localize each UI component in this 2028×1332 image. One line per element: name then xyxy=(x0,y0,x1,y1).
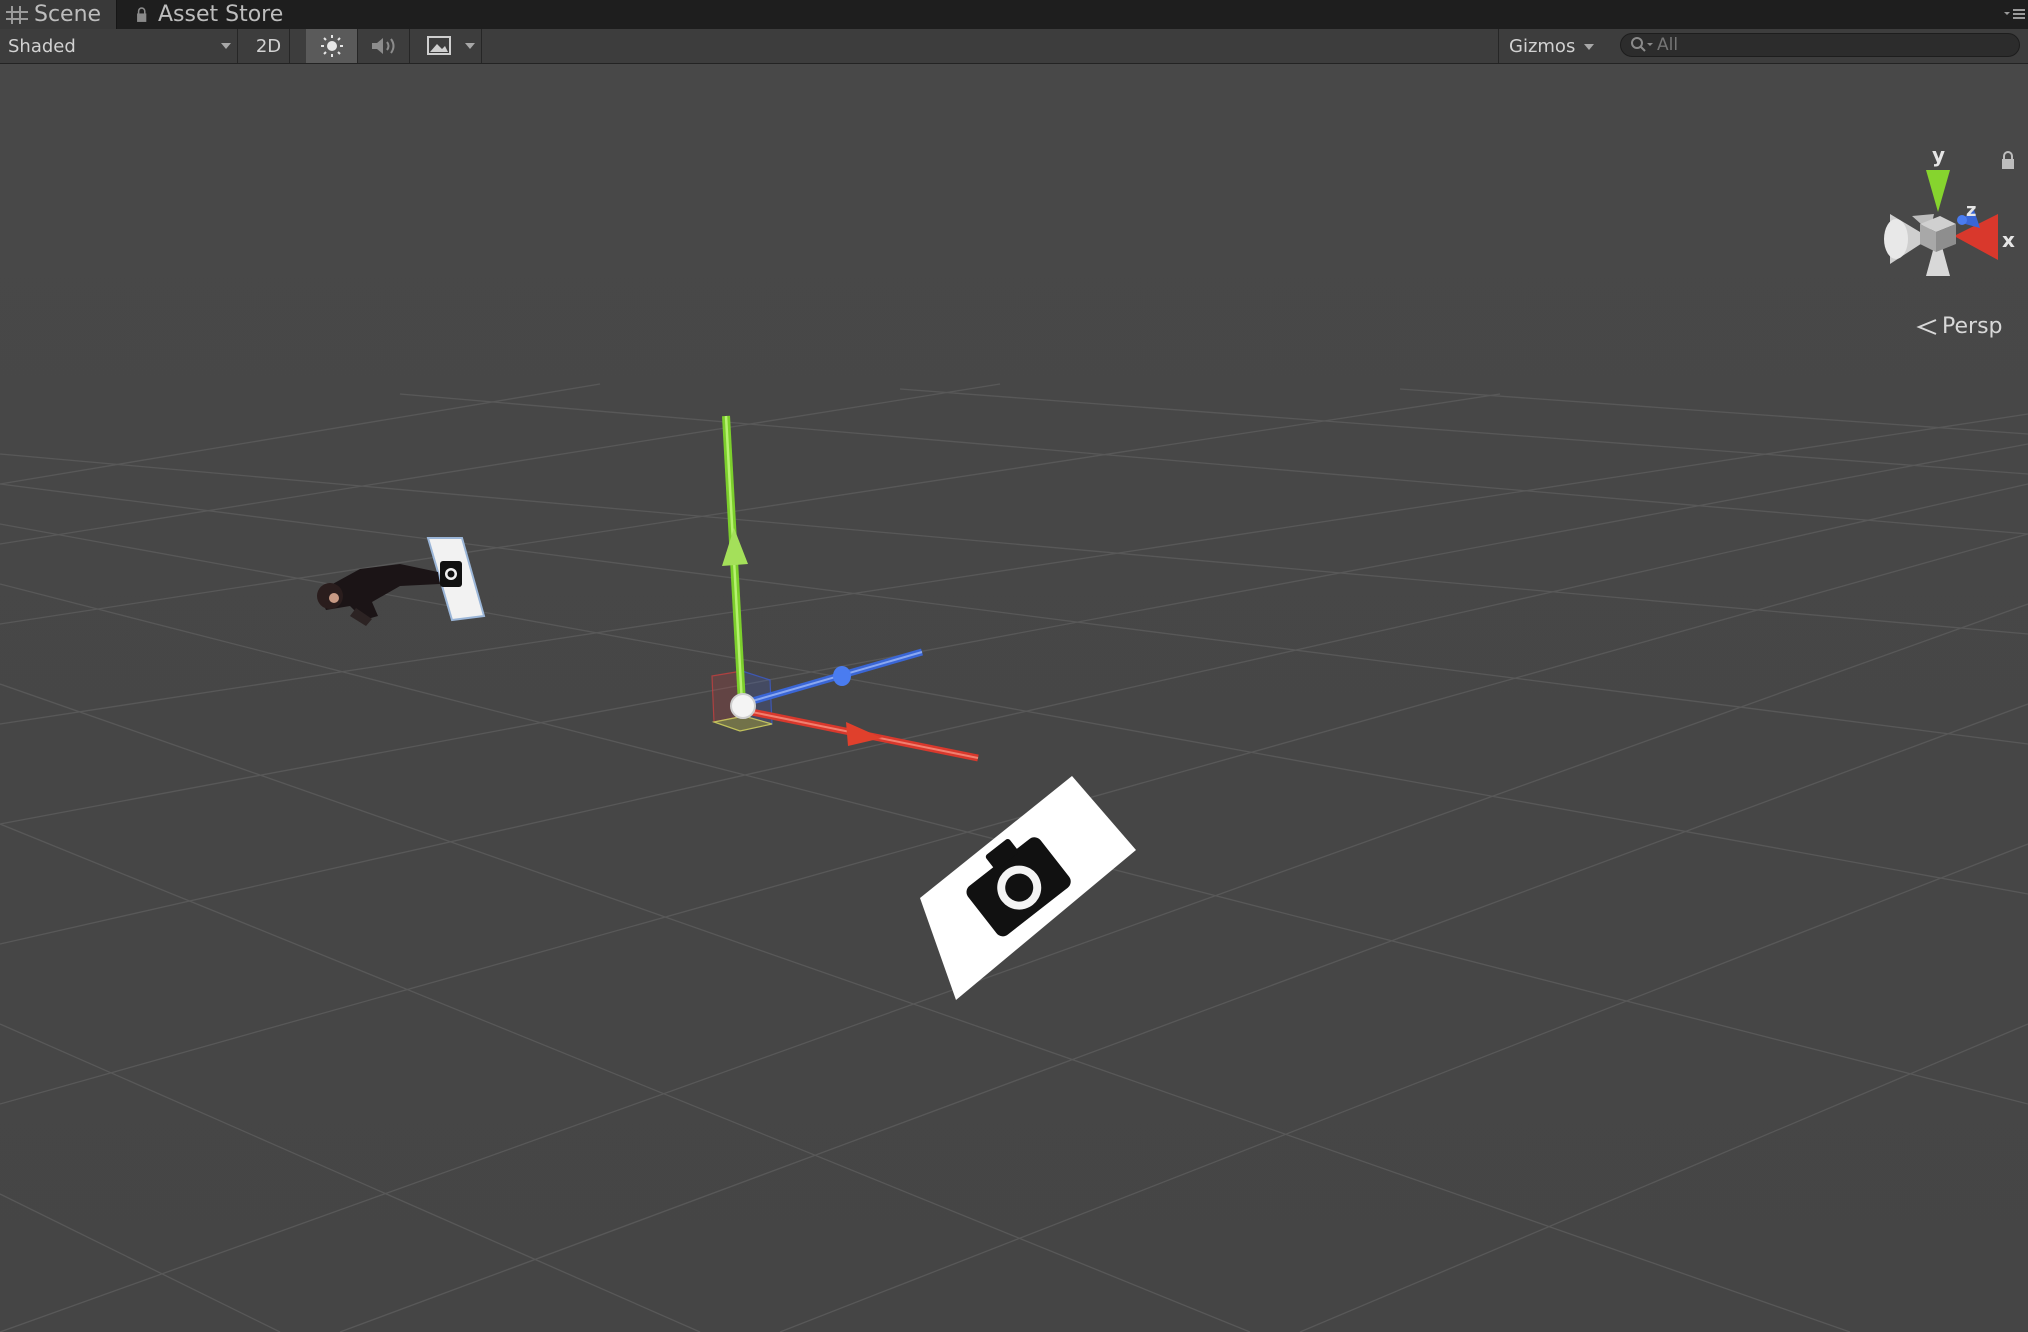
tab-scene[interactable]: Scene xyxy=(0,0,117,29)
scene-audio-toggle[interactable] xyxy=(358,29,410,63)
chevron-down-icon xyxy=(221,43,231,49)
speaker-icon xyxy=(371,38,394,54)
lock-icon xyxy=(137,6,147,22)
scene-effects-dropdown[interactable] xyxy=(420,29,482,63)
tab-scene-label: Scene xyxy=(34,2,102,27)
image-icon xyxy=(426,36,451,55)
perspective-icon xyxy=(1916,318,1937,335)
scene-lighting-toggle[interactable] xyxy=(306,29,358,63)
shading-mode-dropdown[interactable]: Shaded xyxy=(0,29,238,63)
unity-scene-window: Scene Asset Store Shaded 2D Gizmos All y… xyxy=(0,0,2028,1332)
chevron-down-icon xyxy=(464,43,475,49)
search-input[interactable] xyxy=(1655,35,1997,55)
mode-2d-label: 2D xyxy=(255,35,282,57)
z-axis-scale-knob xyxy=(833,666,851,686)
gizmos-label: Gizmos xyxy=(1509,35,1576,57)
lock-icon[interactable] xyxy=(2000,150,2016,170)
search-icon xyxy=(1631,37,1653,52)
grid-icon xyxy=(6,5,28,24)
gizmos-dropdown[interactable]: Gizmos xyxy=(1498,29,1602,63)
scene-render: y z x xyxy=(0,64,2028,1332)
chevron-down-icon xyxy=(1584,44,1594,50)
camera-icon xyxy=(440,561,462,587)
tab-asset-store-label: Asset Store xyxy=(158,2,284,27)
shading-mode-label: Shaded xyxy=(8,35,76,57)
scene-viewport[interactable]: y z x Persp xyxy=(0,64,2028,1332)
gizmo-x-label: x xyxy=(2002,228,2015,252)
hierarchy-search[interactable] xyxy=(1620,33,2020,57)
tab-asset-store[interactable]: Asset Store xyxy=(130,0,320,29)
gizmo-y-label: y xyxy=(1932,143,1945,167)
viewport-background xyxy=(0,64,2028,1332)
gizmo-center-handle[interactable] xyxy=(730,693,756,719)
scene-toolbar: Shaded 2D Gizmos All xyxy=(0,29,2028,64)
projection-label: Persp xyxy=(1942,314,2003,339)
gizmo-z-label: z xyxy=(1966,200,1976,221)
projection-toggle[interactable]: Persp xyxy=(1916,314,2003,339)
window-menu-icon[interactable] xyxy=(2002,6,2026,22)
sun-icon xyxy=(320,35,343,57)
tab-bar: Scene Asset Store xyxy=(0,0,2028,30)
mode-2d-button[interactable]: 2D xyxy=(248,29,290,63)
